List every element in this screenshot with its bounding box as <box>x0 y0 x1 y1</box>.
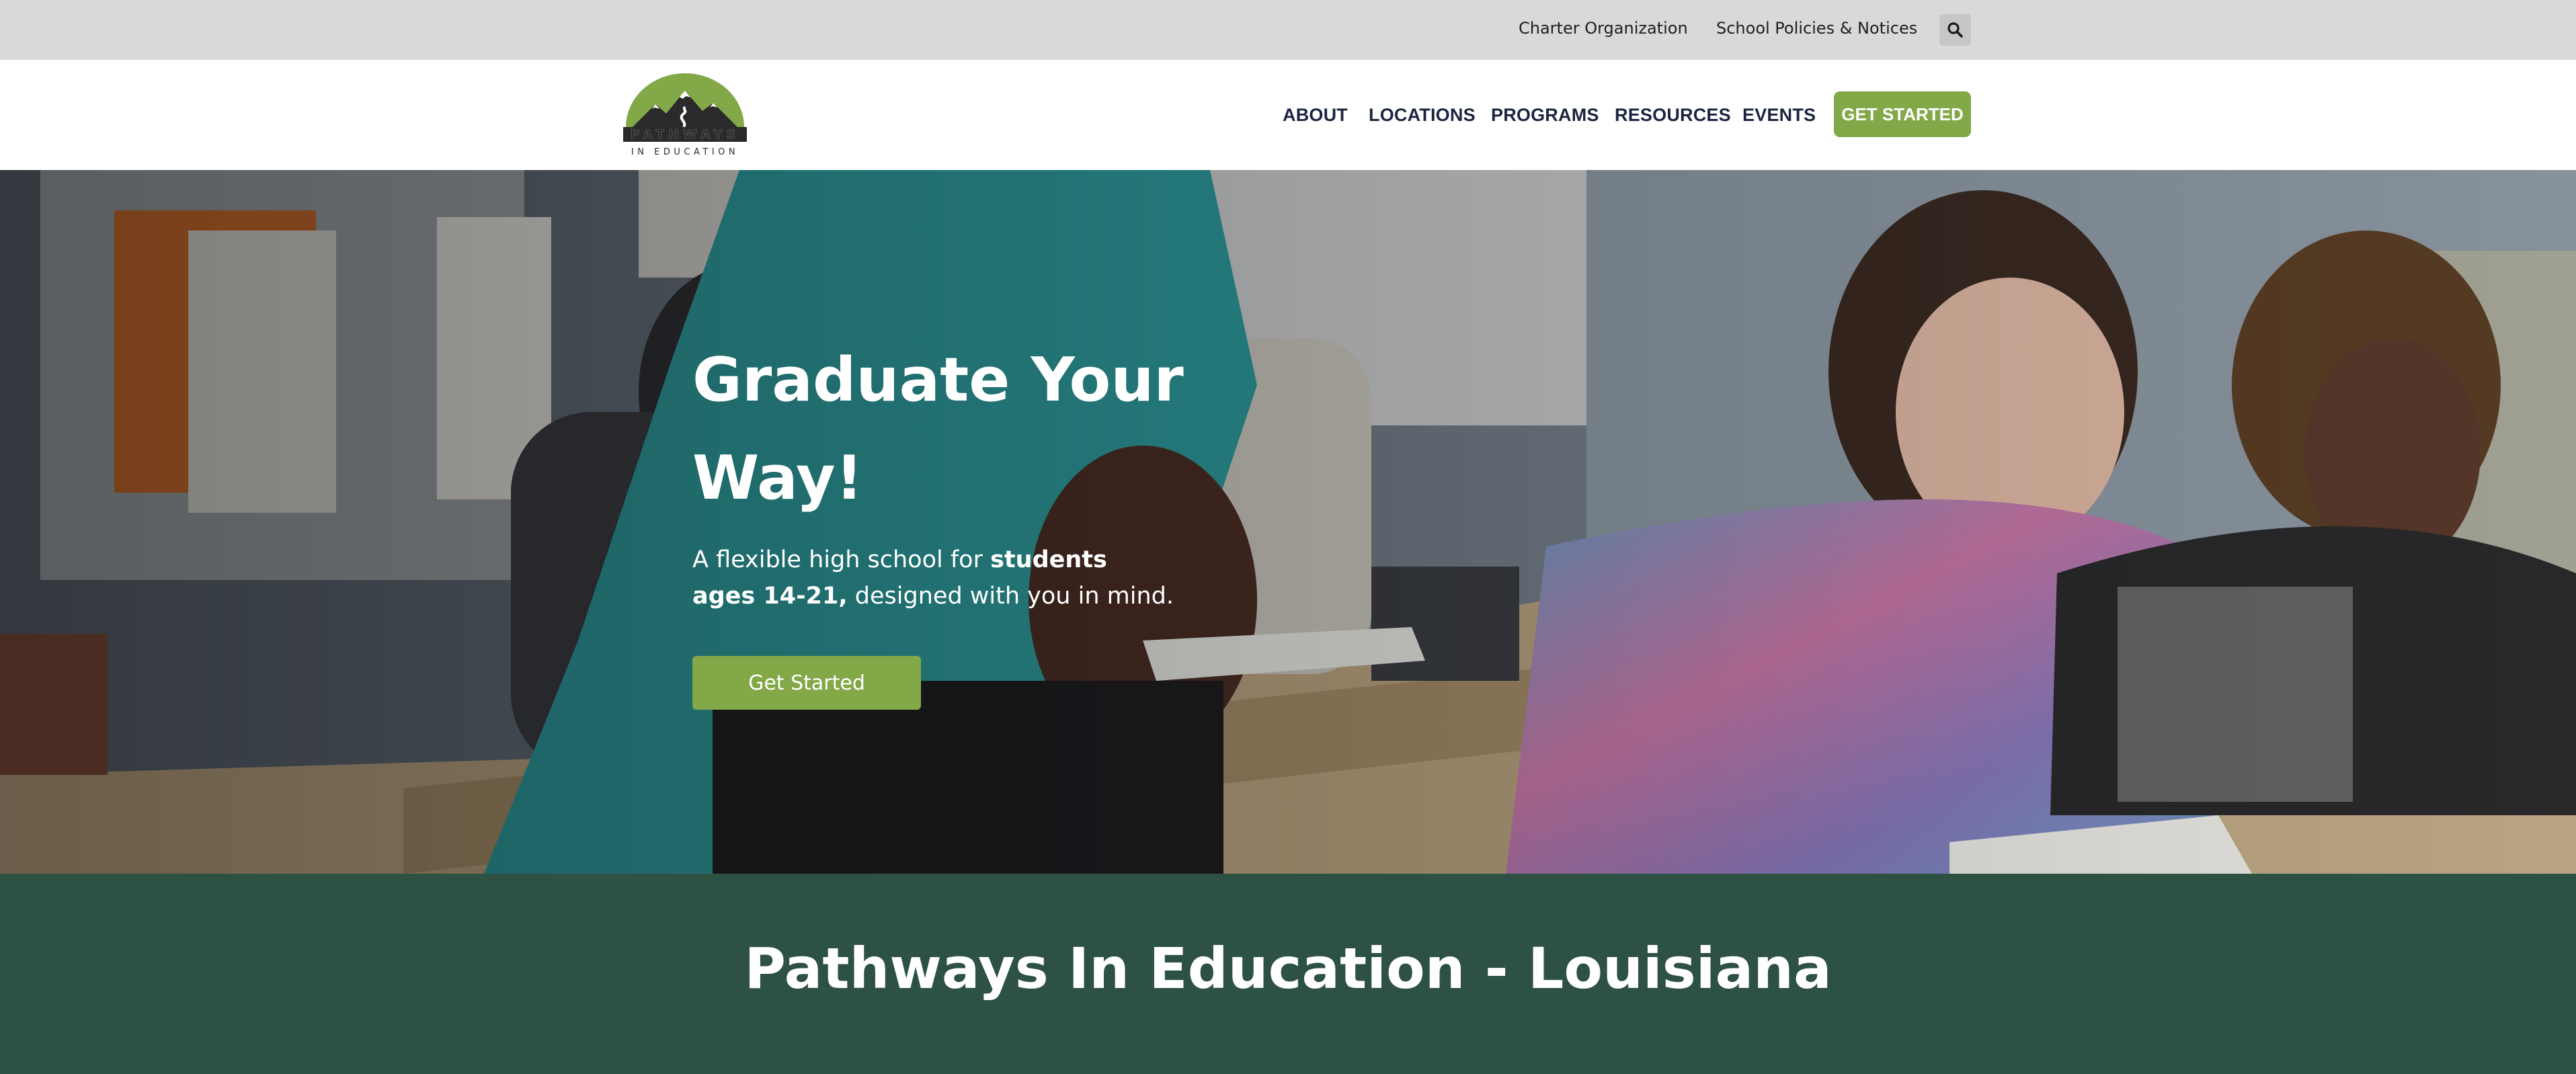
hero-title-line1: Graduate Your <box>692 345 1184 415</box>
nav-about[interactable]: ABOUT <box>1283 105 1348 126</box>
mountain-logo-icon: PATHWAYS IN EDUCATION <box>623 73 747 157</box>
hero-subtitle-post: designed with you in mind. <box>847 583 1174 610</box>
hero-title: Graduate Your Way! <box>692 331 1203 528</box>
nav-resources[interactable]: RESOURCES <box>1615 105 1731 126</box>
get-started-nav-button[interactable]: GET STARTED <box>1834 91 1971 137</box>
svg-text:PATHWAYS: PATHWAYS <box>631 127 740 142</box>
get-started-hero-button[interactable]: Get Started <box>692 656 921 710</box>
section-band: Pathways In Education - Louisiana <box>0 874 2576 1074</box>
pathways-logo[interactable]: PATHWAYS IN EDUCATION <box>623 73 747 157</box>
nav-events[interactable]: EVENTS <box>1742 105 1816 126</box>
utility-bar: Charter Organization School Policies & N… <box>0 0 2576 60</box>
charter-organization-link[interactable]: Charter Organization <box>1519 19 1688 38</box>
school-policies-link[interactable]: School Policies & Notices <box>1716 19 1917 38</box>
svg-text:IN EDUCATION: IN EDUCATION <box>631 147 739 157</box>
hero-title-line2: Way! <box>692 443 863 513</box>
search-icon <box>1947 22 1963 38</box>
nav-locations[interactable]: LOCATIONS <box>1369 105 1476 126</box>
hero-section: Graduate Your Way! A flexible high schoo… <box>0 170 2576 874</box>
section-title: Pathways In Education - Louisiana <box>744 936 1832 1001</box>
hero-subtitle-pre: A flexible high school for <box>692 546 991 573</box>
nav-programs[interactable]: PROGRAMS <box>1491 105 1599 126</box>
hero-background-photo <box>0 170 2576 874</box>
search-button[interactable] <box>1939 14 1971 46</box>
hero-subtitle: A flexible high school for students ages… <box>692 542 1176 614</box>
main-header: PATHWAYS IN EDUCATION ABOUT LOCATIONS PR… <box>0 60 2576 170</box>
